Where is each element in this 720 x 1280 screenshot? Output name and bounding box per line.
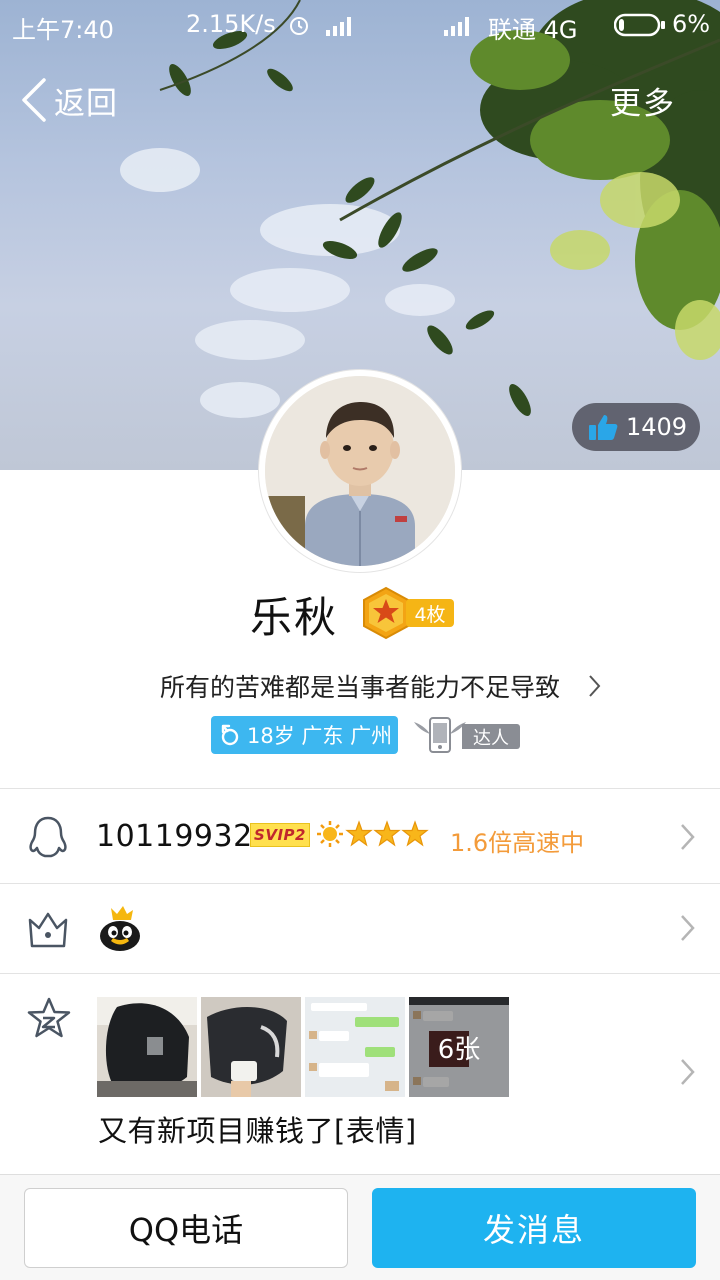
status-net-speed: 2.15K/s [186, 10, 276, 38]
photo-count-overlay: 6张 [409, 997, 509, 1097]
signal-icon [326, 17, 351, 36]
expert-label: 达人 [462, 724, 520, 749]
male-gender-icon [221, 724, 239, 746]
back-button[interactable]: 返回 [20, 76, 118, 124]
status-battery: 6% [672, 10, 711, 38]
svip-badge: SVIP2 [250, 823, 310, 847]
level-sun-stars-icon [317, 820, 429, 847]
profile-name: 乐秋 [250, 593, 339, 642]
photo-thumbnail[interactable] [305, 997, 405, 1097]
alarm-icon [290, 17, 308, 35]
chevron-right-icon [681, 1059, 695, 1085]
like-button[interactable]: 1409 [572, 403, 700, 451]
nav-bar: 返回 更多 [0, 70, 720, 130]
status-time: 上午7:40 [12, 16, 114, 44]
status-bar: 上午7:40 2.15K/s 联通 4G 6% [0, 0, 720, 50]
latest-post-text: 又有新项目赚钱了[表情] [98, 1114, 417, 1148]
chat-screenshot-photo [305, 997, 405, 1097]
chevron-right-icon [681, 824, 695, 850]
chevron-left-icon [22, 78, 46, 122]
avatar[interactable] [259, 370, 461, 572]
chevron-right-icon [589, 675, 601, 697]
car-mirror-photo [201, 997, 301, 1097]
medal-badge[interactable]: 4枚 [362, 586, 456, 640]
car-mirror-photo [97, 997, 197, 1097]
profile-page: 上午7:40 2.15K/s 联通 4G 6% 返回 更多 1409 乐秋 4枚… [0, 0, 720, 1280]
qq-pet-row[interactable] [0, 884, 720, 973]
send-message-button[interactable]: 发消息 [372, 1188, 696, 1268]
info-tag-text: 18岁 广东 广州 [247, 724, 393, 748]
chevron-right-icon [681, 915, 695, 941]
photo-thumbnail[interactable] [97, 997, 197, 1097]
qq-number-row[interactable]: 10119932 SVIP2 1.6倍高速中 [0, 789, 720, 883]
expert-badge[interactable]: 达人 [412, 714, 520, 756]
like-count: 1409 [626, 413, 688, 441]
back-label: 返回 [54, 85, 118, 122]
photo-thumbnail[interactable]: 6张 [409, 997, 509, 1097]
winged-phone-icon [414, 717, 466, 753]
info-tag: 18岁 广东 广州 [211, 716, 398, 754]
signature-row[interactable]: 所有的苦难都是当事者能力不足导致 [0, 668, 720, 708]
medal-star-icon [363, 586, 409, 640]
qzone-row[interactable]: 6张 又有新项目赚钱了[表情] [0, 974, 720, 1174]
thumbs-up-icon [589, 415, 618, 440]
avatar-photo [265, 376, 455, 566]
photo-thumbnail[interactable] [201, 997, 301, 1097]
tag-row: 18岁 广东 广州 达人 [0, 714, 720, 756]
signal-icon [444, 17, 469, 36]
status-carrier: 联通 4G [488, 16, 578, 44]
battery-icon [614, 13, 665, 37]
qzone-star-icon [27, 997, 71, 1038]
speed-status: 1.6倍高速中 [450, 829, 585, 857]
name-row: 乐秋 4枚 [0, 584, 720, 646]
signature-text: 所有的苦难都是当事者能力不足导致 [159, 673, 560, 702]
more-button[interactable]: 更多 [610, 78, 676, 123]
medal-count: 4枚 [406, 599, 454, 627]
crown-icon [28, 912, 68, 948]
qq-penguin-pet-icon [100, 906, 140, 951]
qq-penguin-icon [29, 816, 67, 858]
photo-strip: 6张 [97, 997, 509, 1097]
avatar-child-image [265, 376, 455, 566]
qq-call-button[interactable]: QQ电话 [24, 1188, 348, 1268]
bottom-action-bar: QQ电话 发消息 [0, 1174, 720, 1280]
qq-number: 10119932 [96, 819, 253, 854]
